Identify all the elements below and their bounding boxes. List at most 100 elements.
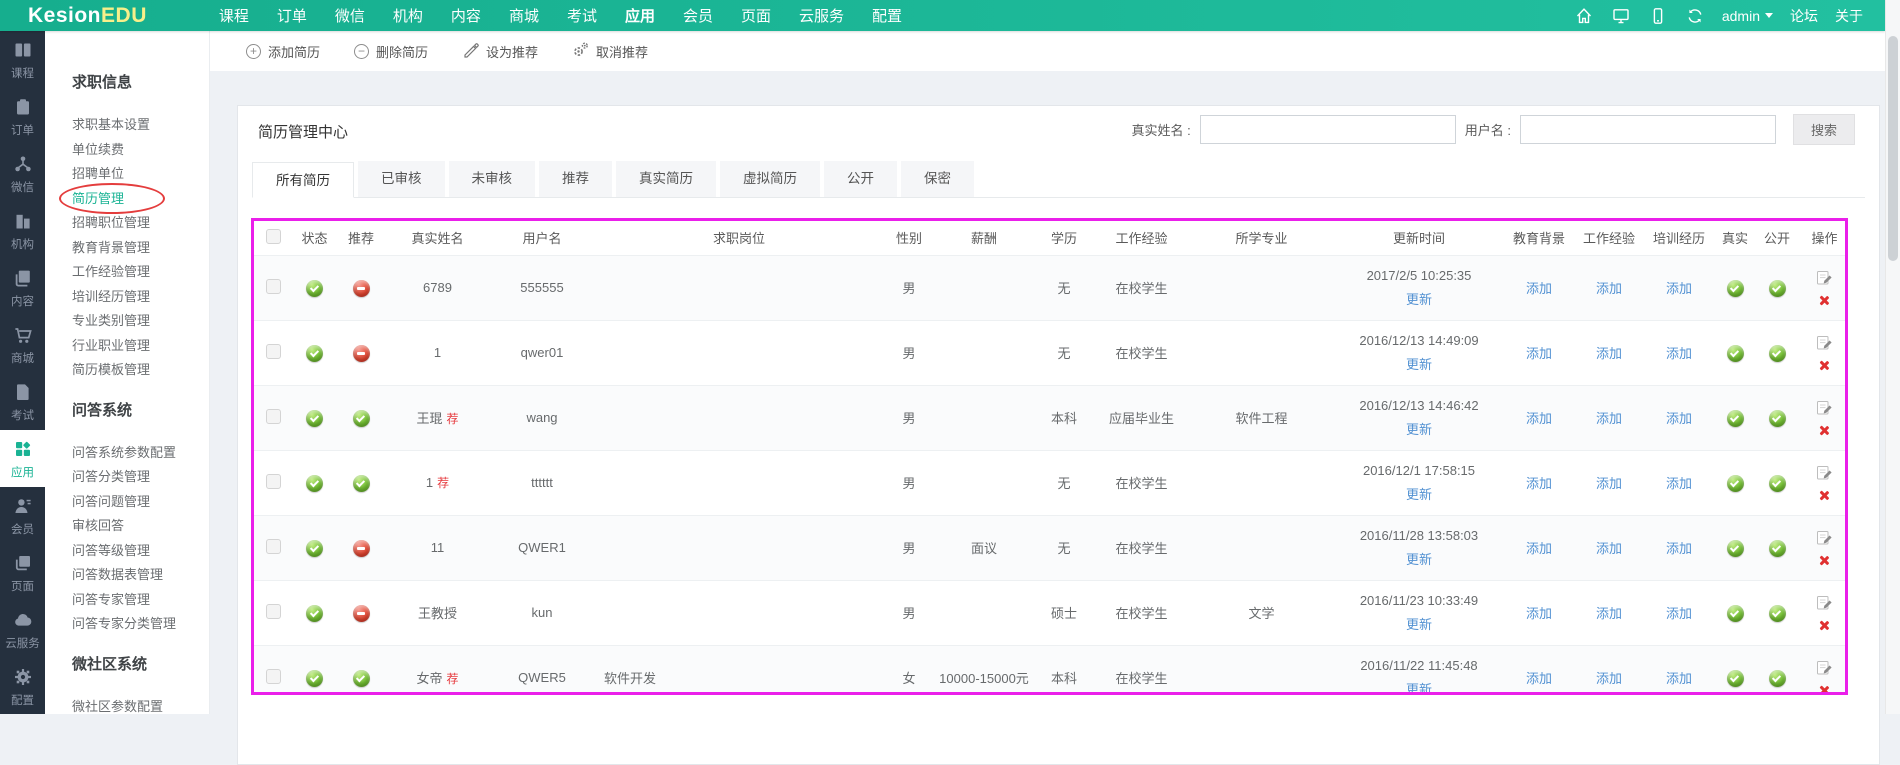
real-icon[interactable] xyxy=(1727,540,1744,557)
sidebar-item-问答分类管理[interactable]: 问答分类管理 xyxy=(72,465,209,490)
public-icon[interactable] xyxy=(1769,540,1786,557)
sidebar-item-专业类别管理[interactable]: 专业类别管理 xyxy=(72,309,209,334)
edu-background-add-link[interactable]: 添加 xyxy=(1526,411,1552,426)
public-icon[interactable] xyxy=(1769,670,1786,687)
recommend-icon[interactable] xyxy=(353,540,370,557)
toolbar-button-删除简历[interactable]: −删除简历 xyxy=(354,42,428,61)
work-experience-add-link[interactable]: 添加 xyxy=(1596,346,1622,361)
delete-icon[interactable] xyxy=(1819,360,1830,371)
edu-background-add-link[interactable]: 添加 xyxy=(1526,476,1552,491)
sidebar-item-问答等级管理[interactable]: 问答等级管理 xyxy=(72,539,209,564)
edit-icon[interactable] xyxy=(1816,464,1833,484)
vertical-scrollbar[interactable] xyxy=(1885,0,1900,714)
public-icon[interactable] xyxy=(1769,475,1786,492)
training-add-link[interactable]: 添加 xyxy=(1666,411,1692,426)
row-checkbox[interactable] xyxy=(266,344,281,359)
topnav-item-云服务[interactable]: 云服务 xyxy=(799,5,844,26)
delete-icon[interactable] xyxy=(1819,620,1830,631)
row-checkbox[interactable] xyxy=(266,539,281,554)
edu-background-add-link[interactable]: 添加 xyxy=(1526,671,1552,686)
status-icon[interactable] xyxy=(306,475,323,492)
topnav-item-配置[interactable]: 配置 xyxy=(872,5,902,26)
search-button[interactable]: 搜索 xyxy=(1793,114,1855,145)
recommend-icon[interactable] xyxy=(353,280,370,297)
topnav-item-应用[interactable]: 应用 xyxy=(625,5,655,26)
tab-公开[interactable]: 公开 xyxy=(824,161,897,197)
rail-item-内容[interactable]: 内容 xyxy=(0,259,45,316)
public-icon[interactable] xyxy=(1769,280,1786,297)
edit-icon[interactable] xyxy=(1816,334,1833,354)
edu-background-add-link[interactable]: 添加 xyxy=(1526,346,1552,361)
row-checkbox[interactable] xyxy=(266,279,281,294)
real-icon[interactable] xyxy=(1727,345,1744,362)
real-icon[interactable] xyxy=(1727,280,1744,297)
training-add-link[interactable]: 添加 xyxy=(1666,346,1692,361)
training-add-link[interactable]: 添加 xyxy=(1666,281,1692,296)
user-menu[interactable]: admin xyxy=(1722,8,1773,24)
toolbar-button-添加简历[interactable]: +添加简历 xyxy=(246,42,320,61)
row-checkbox[interactable] xyxy=(266,604,281,619)
sidebar-item-问答数据表管理[interactable]: 问答数据表管理 xyxy=(72,563,209,588)
work-experience-add-link[interactable]: 添加 xyxy=(1596,606,1622,621)
topnav-item-订单[interactable]: 订单 xyxy=(277,5,307,26)
edit-icon[interactable] xyxy=(1816,529,1833,549)
rail-item-微信[interactable]: 微信 xyxy=(0,145,45,202)
status-icon[interactable] xyxy=(306,605,323,622)
edu-background-add-link[interactable]: 添加 xyxy=(1526,606,1552,621)
recommend-icon[interactable] xyxy=(353,670,370,687)
status-icon[interactable] xyxy=(306,540,323,557)
delete-icon[interactable] xyxy=(1819,490,1830,501)
topnav-item-微信[interactable]: 微信 xyxy=(335,5,365,26)
public-icon[interactable] xyxy=(1769,410,1786,427)
sidebar-item-教育背景管理[interactable]: 教育背景管理 xyxy=(72,236,209,261)
training-add-link[interactable]: 添加 xyxy=(1666,541,1692,556)
refresh-icon[interactable] xyxy=(1685,6,1705,26)
tab-未审核[interactable]: 未审核 xyxy=(449,161,536,197)
delete-icon[interactable] xyxy=(1819,685,1830,695)
sidebar-item-求职基本设置[interactable]: 求职基本设置 xyxy=(72,113,209,138)
rail-item-配置[interactable]: 配置 xyxy=(0,658,45,715)
sidebar-item-问答系统参数配置[interactable]: 问答系统参数配置 xyxy=(72,441,209,466)
mobile-icon[interactable] xyxy=(1648,6,1668,26)
public-icon[interactable] xyxy=(1769,605,1786,622)
scrollbar-thumb[interactable] xyxy=(1888,36,1898,261)
toolbar-button-取消推荐[interactable]: 取消推荐 xyxy=(572,41,648,61)
forum-link[interactable]: 论坛 xyxy=(1790,6,1818,26)
about-link[interactable]: 关于 xyxy=(1835,6,1863,26)
edu-background-add-link[interactable]: 添加 xyxy=(1526,541,1552,556)
sidebar-item-培训经历管理[interactable]: 培训经历管理 xyxy=(72,285,209,310)
sidebar-item-问答问题管理[interactable]: 问答问题管理 xyxy=(72,490,209,515)
sidebar-item-招聘职位管理[interactable]: 招聘职位管理 xyxy=(72,211,209,236)
topnav-item-课程[interactable]: 课程 xyxy=(219,5,249,26)
update-link[interactable]: 更新 xyxy=(1406,614,1432,633)
topnav-item-机构[interactable]: 机构 xyxy=(393,5,423,26)
rail-item-商城[interactable]: 商城 xyxy=(0,316,45,373)
work-experience-add-link[interactable]: 添加 xyxy=(1596,281,1622,296)
rail-item-课程[interactable]: 课程 xyxy=(0,31,45,88)
real-icon[interactable] xyxy=(1727,605,1744,622)
topnav-item-页面[interactable]: 页面 xyxy=(741,5,771,26)
sidebar-item-简历管理[interactable]: 简历管理 xyxy=(72,187,209,212)
rail-item-应用[interactable]: 应用 xyxy=(0,430,45,487)
rail-item-考试[interactable]: 考试 xyxy=(0,373,45,430)
work-experience-add-link[interactable]: 添加 xyxy=(1596,541,1622,556)
public-icon[interactable] xyxy=(1769,345,1786,362)
toolbar-button-设为推荐[interactable]: 设为推荐 xyxy=(462,41,538,61)
tab-真实简历[interactable]: 真实简历 xyxy=(616,161,716,197)
recommend-icon[interactable] xyxy=(353,475,370,492)
recommend-icon[interactable] xyxy=(353,410,370,427)
topnav-item-内容[interactable]: 内容 xyxy=(451,5,481,26)
real-icon[interactable] xyxy=(1727,475,1744,492)
topnav-item-会员[interactable]: 会员 xyxy=(683,5,713,26)
sidebar-item-招聘单位[interactable]: 招聘单位 xyxy=(72,162,209,187)
sidebar-item-工作经验管理[interactable]: 工作经验管理 xyxy=(72,260,209,285)
delete-icon[interactable] xyxy=(1819,295,1830,306)
update-link[interactable]: 更新 xyxy=(1406,549,1432,568)
update-link[interactable]: 更新 xyxy=(1406,484,1432,503)
tab-所有简历[interactable]: 所有简历 xyxy=(252,162,354,198)
update-link[interactable]: 更新 xyxy=(1406,354,1432,373)
edit-icon[interactable] xyxy=(1816,399,1833,419)
status-icon[interactable] xyxy=(306,670,323,687)
row-checkbox[interactable] xyxy=(266,409,281,424)
topnav-item-考试[interactable]: 考试 xyxy=(567,5,597,26)
